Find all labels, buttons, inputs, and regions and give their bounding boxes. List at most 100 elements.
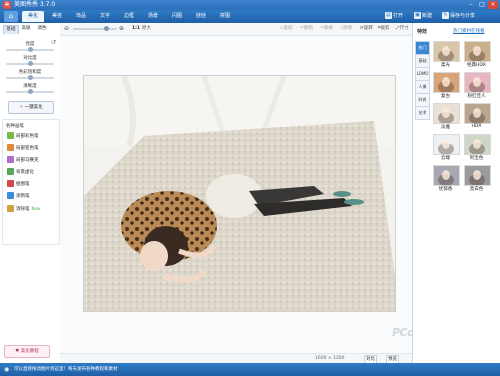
original-button[interactable]: ▫原图 — [340, 25, 352, 33]
slider-knob-1[interactable] — [27, 61, 33, 66]
thumbnail-face — [469, 170, 485, 185]
tab-1[interactable]: 美容 — [46, 11, 68, 22]
brush-item-3[interactable]: 背景虚化 — [7, 168, 34, 178]
thumbnail-face — [438, 170, 454, 185]
slider-track-0[interactable] — [6, 47, 54, 52]
effect-thumbnail-8[interactable] — [433, 165, 460, 186]
tab-0[interactable]: 美化 — [22, 11, 44, 22]
one-key-beautify-button[interactable]: ✦ 一键美化 — [8, 101, 54, 114]
window-title: 美图秀秀 3.7.0 — [14, 1, 56, 8]
photo-illustration — [84, 76, 395, 311]
tab-4[interactable]: 边框 — [118, 11, 140, 22]
crop-button[interactable]: ⌗裁剪 — [378, 25, 390, 33]
effect-label-5: HDR — [471, 124, 482, 129]
slider-track-1[interactable] — [6, 61, 54, 66]
brush-icon — [7, 180, 14, 187]
brush-item-5[interactable]: 涂鸦笔 — [7, 192, 30, 202]
subtab-color[interactable]: 调色 — [35, 25, 49, 33]
subtab-basic[interactable]: 基础 — [3, 25, 19, 34]
effect-label-0: 柔光 — [441, 63, 450, 68]
tab-8[interactable]: 拼图 — [214, 11, 236, 22]
bottom-tip-text: 可以直接拖动图片到这里！每天发布各种教程和素材 — [14, 367, 118, 372]
effects-header: 特效 — [417, 29, 428, 35]
close-button[interactable]: × — [488, 1, 498, 9]
brush-item-6[interactable]: 消除笔 New — [7, 204, 40, 214]
folder-icon: ▤ — [385, 12, 392, 19]
effect-label-4: 淡雅 — [441, 125, 450, 130]
brush-item-1[interactable]: 局部变色笔 — [7, 144, 39, 154]
heart-icon: ♥ — [15, 349, 20, 354]
tab-5[interactable]: 场景 — [142, 11, 164, 22]
effect-label-2: 复古 — [441, 94, 450, 99]
slider-knob-0[interactable] — [27, 47, 33, 52]
new-button[interactable]: ▣ 新建 — [414, 11, 432, 22]
effect-label-7: 阿宝色 — [469, 156, 484, 161]
subtab-advanced[interactable]: 高级 — [19, 25, 33, 33]
effects-category-1[interactable]: 基础 — [415, 54, 430, 68]
effect-label-9: 黑白色 — [469, 187, 484, 192]
zoom-in-icon[interactable]: ⊕ — [119, 25, 124, 33]
home-icon[interactable]: ⌂ — [4, 11, 18, 22]
thumbnail-face — [469, 77, 485, 92]
new-file-icon: ▣ — [414, 12, 421, 19]
effect-thumbnail-3[interactable] — [464, 72, 491, 93]
effects-category-5[interactable]: 艺术 — [415, 106, 430, 120]
save-icon: ✎ — [442, 12, 449, 19]
redo-button[interactable]: ↷重做 — [320, 25, 333, 33]
brush-item-0[interactable]: 局部彩色笔 — [7, 132, 39, 142]
brush-icon — [7, 205, 14, 212]
effect-thumbnail-4[interactable] — [433, 103, 460, 124]
online-materials-link[interactable]: 热门素材在线看 — [453, 28, 485, 34]
effect-thumbnail-0[interactable] — [433, 41, 460, 62]
open-button[interactable]: ▤ 打开 — [385, 11, 403, 22]
rotate-button[interactable]: ⟳旋转 — [360, 25, 373, 33]
save-share-button[interactable]: ✎ 保存与分享 — [442, 11, 475, 22]
adjust-panel: 基础 高级 调色 ↺ ✦ 一键美化 各种画笔 局部彩色笔 局部变色笔 局部马赛克 背景… — [0, 23, 61, 363]
zoom-out-icon[interactable]: ⊖ — [64, 25, 69, 33]
zoom-slider-knob[interactable] — [103, 26, 109, 31]
effect-thumbnail-6[interactable] — [433, 134, 460, 155]
edited-photo[interactable] — [83, 75, 396, 312]
slider-track-2[interactable] — [6, 75, 54, 80]
effect-thumbnail-9[interactable] — [464, 165, 491, 186]
main-tab-bar: ⌂ ▤ 打开 ▣ 新建 ✎ 保存与分享 美化 美容 饰品 文字 边框 场景 闪图 娃娃 拼图 — [0, 10, 500, 23]
thumbnail-face — [469, 46, 485, 61]
minimize-button[interactable]: – — [466, 1, 476, 9]
slider-knob-2[interactable] — [27, 75, 33, 80]
app-logo-icon: 美 — [3, 1, 11, 9]
resize-button[interactable]: ⤢尺寸 — [396, 25, 409, 33]
zoom-text: 原大 — [142, 26, 151, 31]
brush-tools-box: 各种画笔 局部彩色笔 局部变色笔 局部马赛克 背景虚化 抠图笔 涂鸦笔 消除笔 New — [2, 119, 60, 245]
actual-size-button[interactable]: 1:1 — [132, 25, 140, 33]
effect-thumbnail-5[interactable] — [464, 103, 491, 124]
maximize-button[interactable]: □ — [477, 1, 487, 9]
basic-action[interactable]: ◇基础 — [280, 25, 292, 33]
brush-item-4[interactable]: 抠图笔 — [7, 180, 30, 190]
canvas-toolbar: ⊖ ⊕ 1:1 原大 ◇基础 ↶撤销 ↷重做 ▫原图 ⟳旋转 ⌗裁剪 ⤢尺寸 — [60, 23, 412, 36]
effect-thumbnail-1[interactable] — [464, 41, 491, 62]
info-icon: ◉ — [4, 366, 10, 373]
zoom-slider[interactable] — [73, 26, 117, 31]
tab-2[interactable]: 饰品 — [70, 11, 92, 22]
slider-track-3[interactable] — [6, 89, 54, 94]
effects-category-0[interactable]: 热门 — [415, 41, 430, 55]
wand-icon: ✦ — [19, 105, 24, 110]
slider-knob-3[interactable] — [27, 89, 33, 94]
effects-category-3[interactable]: 人像 — [415, 80, 430, 94]
beauty-tutorial-button[interactable]: ♥ 美化教程 — [4, 345, 50, 358]
effect-label-8: 忧郁香 — [438, 187, 453, 192]
undo-button[interactable]: ↶撤销 — [300, 25, 313, 33]
effect-thumbnail-2[interactable] — [433, 72, 460, 93]
effects-panel: 特效 热门素材在线看 热门 基础 LOMO 人像 时尚 艺术 柔光 经典HDR 复古 粉红佳人 淡雅… — [412, 23, 500, 363]
effect-thumbnail-7[interactable] — [464, 134, 491, 155]
brush-item-2[interactable]: 局部马赛克 — [7, 156, 39, 166]
brush-icon — [7, 132, 14, 139]
effect-label-1: 经典HDR — [467, 63, 486, 68]
effects-category-4[interactable]: 时尚 — [415, 93, 430, 107]
tab-3[interactable]: 文字 — [94, 11, 116, 22]
image-dimensions: 1600 × 1200 — [315, 356, 345, 361]
thumbnail-face — [438, 108, 454, 123]
tab-6[interactable]: 闪图 — [166, 11, 188, 22]
tab-7[interactable]: 娃娃 — [190, 11, 212, 22]
effects-category-2[interactable]: LOMO — [415, 67, 430, 81]
